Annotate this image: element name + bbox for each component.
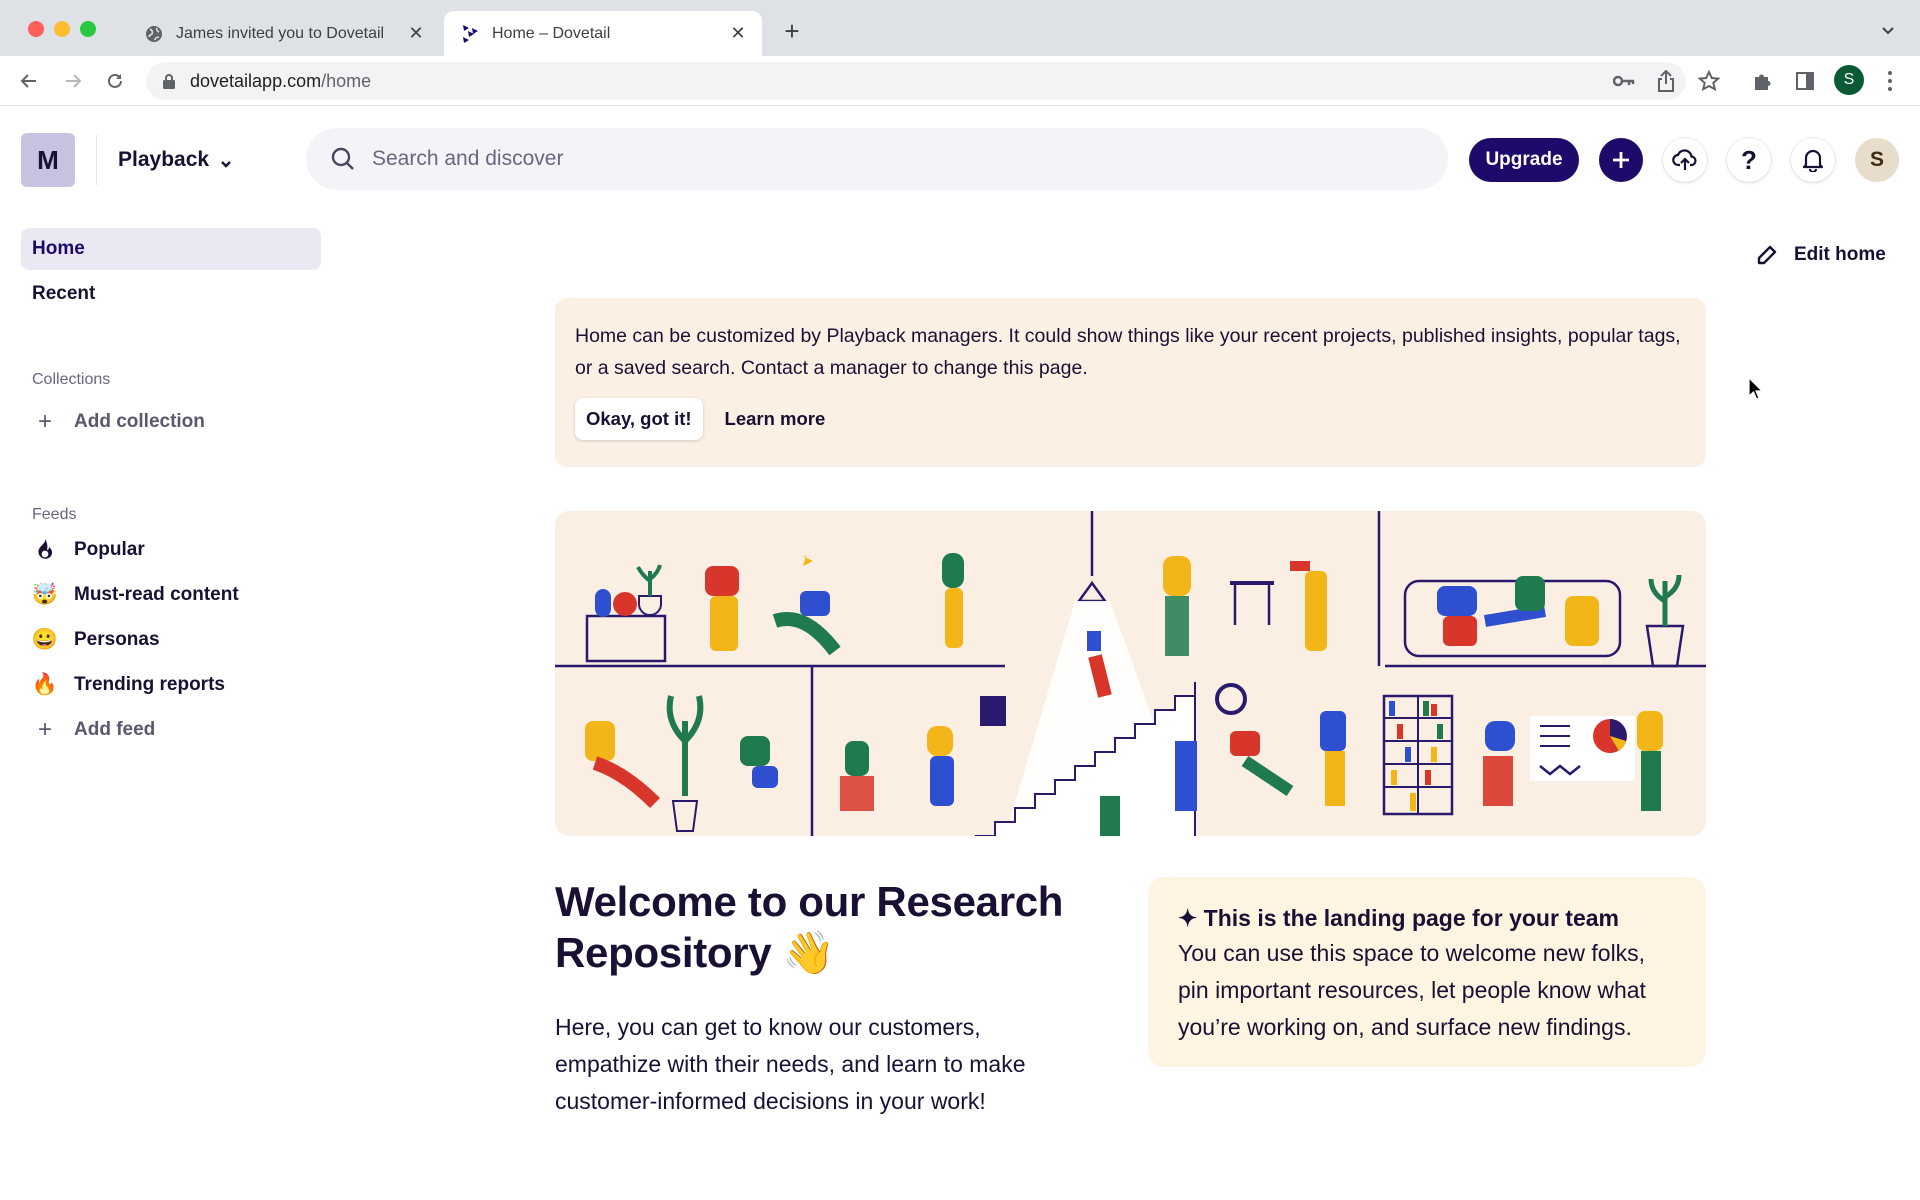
back-button[interactable] [16, 68, 42, 94]
feeds-heading: Feeds [32, 506, 77, 523]
add-collection-button[interactable]: + Add collection [32, 405, 205, 439]
tab-title: James invited you to Dovetail [176, 24, 385, 42]
landing-page-info-card: ✦ This is the landing page for your team… [1148, 877, 1706, 1067]
minimize-window-button[interactable] [54, 21, 70, 37]
exploding-head-emoji-icon: 🤯 [31, 583, 59, 606]
forward-button[interactable] [60, 68, 86, 94]
cloud-upload-icon [1672, 149, 1697, 170]
plus-icon: + [37, 408, 52, 435]
add-feed-label: Add feed [74, 719, 156, 740]
notifications-button[interactable] [1791, 138, 1835, 182]
dismiss-banner-button[interactable]: Okay, got it! [575, 398, 703, 440]
flame-outline-icon [32, 537, 58, 563]
edit-home-label: Edit home [1794, 244, 1886, 265]
feed-label: Must-read content [74, 584, 239, 605]
create-new-button[interactable] [1599, 138, 1643, 182]
help-icon: ? [1741, 144, 1757, 175]
feed-label: Trending reports [74, 674, 225, 695]
sidebar: Home Recent Collections + Add collection… [0, 211, 340, 1200]
collaborators-illustration [840, 696, 1006, 811]
welcome-heading: Welcome to our Research Repository 👋 [555, 878, 1064, 976]
search-input[interactable] [372, 147, 1272, 171]
browser-toolbar: dovetailapp.com/home S [0, 56, 1920, 106]
bookmark-star-icon[interactable] [1697, 69, 1721, 93]
new-tab-button[interactable]: + [780, 18, 804, 44]
feed-item-must-read[interactable]: 🤯 Must-read content [32, 578, 239, 612]
pencil-icon [1756, 244, 1778, 266]
feed-item-popular[interactable]: Popular [32, 533, 145, 567]
sidebar-item-home[interactable]: Home [21, 228, 321, 270]
collections-heading: Collections [32, 371, 111, 388]
feed-item-personas[interactable]: 😀 Personas [32, 623, 160, 657]
address-bar[interactable]: dovetailapp.com/home [146, 62, 1686, 100]
close-window-button[interactable] [28, 21, 44, 37]
upgrade-button[interactable]: Upgrade [1469, 138, 1579, 182]
header-divider [96, 135, 97, 185]
browser-menu-icon[interactable] [1882, 68, 1898, 94]
chevron-down-icon [219, 153, 233, 168]
workspace-switcher[interactable]: Playback [118, 143, 233, 177]
feed-label: Popular [74, 539, 145, 560]
upload-button[interactable] [1663, 138, 1707, 182]
reload-button[interactable] [102, 68, 128, 94]
sidebar-item-recent[interactable]: Recent [21, 273, 321, 315]
customization-info-banner: Home can be customized by Playback manag… [555, 298, 1706, 467]
browser-tab-bar: James invited you to Dovetail ✕ Home – D… [0, 0, 1920, 56]
team-illustration-banner [555, 511, 1706, 836]
app-header: M Playback Upgrade ? S [0, 107, 1920, 211]
chat-group-illustration [1163, 556, 1685, 668]
mouse-pointer-icon [1748, 376, 1764, 401]
tab-search-chevron-icon[interactable] [1880, 22, 1900, 42]
search-bar[interactable] [306, 128, 1448, 190]
feed-label: Personas [74, 629, 160, 650]
browser-profile-avatar[interactable]: S [1834, 65, 1864, 95]
lock-icon [162, 73, 176, 89]
url-path: /home [321, 70, 372, 91]
add-feed-button[interactable]: + Add feed [32, 713, 155, 747]
plus-icon [1613, 152, 1629, 168]
dovetail-logo-icon [460, 24, 480, 44]
help-button[interactable]: ? [1727, 138, 1771, 182]
workspace-avatar[interactable]: M [21, 133, 75, 187]
browser-tab-home[interactable]: Home – Dovetail ✕ [444, 11, 762, 56]
welcome-description: Here, you can get to know our customers,… [555, 1014, 1026, 1114]
edit-home-button[interactable]: Edit home [1756, 238, 1886, 272]
bell-icon [1802, 149, 1824, 172]
side-panel-icon[interactable] [1793, 69, 1817, 93]
extensions-puzzle-icon[interactable] [1751, 69, 1775, 93]
share-icon[interactable] [1654, 69, 1678, 93]
globe-icon [144, 24, 164, 44]
people-group-illustration [705, 553, 964, 656]
browser-tab-invite[interactable]: James invited you to Dovetail ✕ [130, 11, 440, 56]
maximize-window-button[interactable] [80, 21, 96, 37]
url-text: dovetailapp.com/home [190, 71, 371, 92]
grinning-face-emoji-icon: 😀 [31, 628, 59, 651]
close-tab-icon[interactable]: ✕ [406, 23, 426, 44]
workspace-name: Playback [118, 148, 210, 171]
tab-title: Home – Dovetail [492, 24, 611, 42]
feed-item-trending-reports[interactable]: 🔥 Trending reports [32, 668, 225, 702]
cabinet-illustration [585, 564, 667, 663]
search-icon [330, 146, 356, 172]
landing-card-body: You can use this space to welcome new fo… [1178, 940, 1646, 1040]
close-tab-icon[interactable]: ✕ [728, 23, 748, 44]
url-domain: dovetailapp.com [190, 70, 322, 91]
user-avatar[interactable]: S [1855, 138, 1899, 182]
password-key-icon[interactable] [1612, 69, 1636, 93]
desk-workers-illustration [585, 695, 778, 832]
banner-text: Home can be customized by Playback manag… [575, 325, 1681, 379]
landing-card-title: ✦ This is the landing page for your team [1178, 905, 1619, 931]
learn-more-link[interactable]: Learn more [725, 408, 826, 430]
plus-icon: + [37, 716, 52, 743]
fire-emoji-icon: 🔥 [31, 673, 59, 696]
add-collection-label: Add collection [74, 411, 205, 432]
office-scene-illustration [555, 511, 1706, 836]
